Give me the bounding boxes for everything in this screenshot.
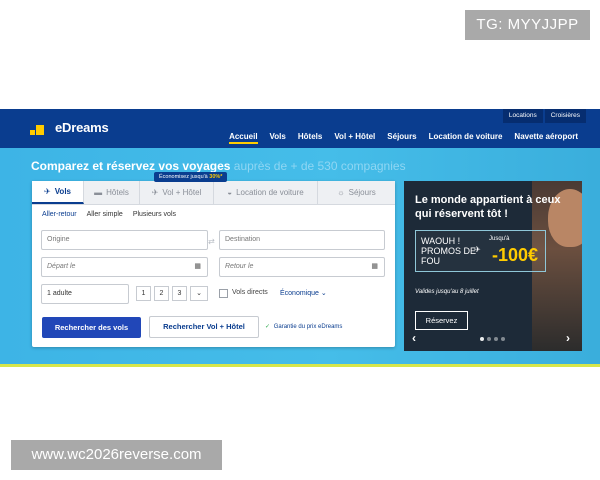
- promo-offer-prefix: Jusqu'à: [489, 236, 510, 242]
- edreams-logo[interactable]: eDreams: [30, 120, 109, 135]
- trip-type-aller-simple[interactable]: Aller simple: [87, 211, 123, 218]
- chevron-down-icon[interactable]: ⌄: [190, 286, 208, 301]
- pax-button-1[interactable]: 1: [136, 286, 151, 301]
- price-guarantee-label: Garantie du prix eDreams: [273, 324, 343, 330]
- plane-icon: ✈: [474, 245, 481, 254]
- nav-hotels[interactable]: Hôtels: [298, 131, 322, 144]
- origin-placeholder: Origine: [47, 236, 70, 243]
- passengers-field[interactable]: 1 adulte: [41, 284, 129, 304]
- tab-vol-hotel-label: Vol + Hôtel: [162, 188, 202, 197]
- hero-title: Comparez et réservez vos voyages auprès …: [31, 159, 406, 173]
- trip-type-aller-retour[interactable]: Aller-retour: [42, 211, 77, 218]
- utility-link-croisieres[interactable]: Croisières: [544, 109, 586, 123]
- logo-text: eDreams: [55, 120, 109, 135]
- tab-hotels[interactable]: ▬ Hôtels: [84, 181, 140, 204]
- depart-placeholder: Départ le: [47, 263, 76, 270]
- tab-vol-hotel[interactable]: ✈ Vol + Hôtel: [140, 181, 214, 204]
- promo-banner[interactable]: Le monde appartient à ceux qui réservent…: [404, 181, 582, 351]
- carousel-prev-arrow-icon[interactable]: ‹: [412, 331, 416, 345]
- search-form-card: Économisez jusqu'à 30%* ✈ Vols ▬ Hôtels …: [32, 172, 395, 347]
- passengers-value: 1 adulte: [47, 290, 72, 297]
- destination-field[interactable]: Destination: [219, 230, 385, 250]
- nav-accueil[interactable]: Accueil: [229, 131, 258, 144]
- nav-navette-aeroport[interactable]: Navette aéroport: [514, 131, 578, 144]
- utility-links: Locations Croisières: [501, 109, 586, 123]
- return-date-field[interactable]: Retour le ▦: [219, 257, 385, 277]
- promo-offer-box: WAOUH ! PROMOS DE FOU ✈ Jusqu'à -100€: [415, 230, 546, 272]
- carousel-dot[interactable]: [487, 337, 491, 341]
- direct-flights-label: Vols directs: [232, 289, 268, 296]
- edreams-site: Locations Croisières eDreams Accueil Vol…: [0, 109, 600, 367]
- origin-field[interactable]: Origine: [41, 230, 208, 250]
- logo-mark-icon: [30, 121, 52, 135]
- watermark-bottom: www.wc2026reverse.com: [11, 440, 222, 470]
- cabin-class-value: Économique: [280, 290, 319, 297]
- hero-title-sub: auprès de + de 530 compagnies: [233, 159, 406, 173]
- promo-title: Le monde appartient à ceux qui réservent…: [415, 194, 561, 220]
- search-flights-button[interactable]: Rechercher des vols: [42, 317, 141, 338]
- check-icon: ✓: [265, 324, 271, 330]
- tab-location-voiture[interactable]: ◒ Location de voiture: [214, 181, 318, 204]
- hero-banner: Comparez et réservez vos voyages auprès …: [0, 148, 600, 367]
- tab-sejours[interactable]: ☼ Séjours: [318, 181, 395, 204]
- search-flight-hotel-button[interactable]: Rechercher Vol + Hôtel: [149, 316, 259, 338]
- sun-icon: ☼: [337, 188, 345, 197]
- carousel-dot[interactable]: [501, 337, 505, 341]
- chevron-down-icon: ⌄: [320, 290, 327, 297]
- savings-tooltip: Économisez jusqu'à 30%*: [154, 172, 228, 182]
- price-guarantee: ✓ Garantie du prix eDreams: [265, 323, 342, 330]
- promo-reserve-button[interactable]: Réservez: [415, 311, 468, 330]
- plane-icon: ✈: [43, 187, 51, 196]
- carousel-dots: [480, 337, 508, 341]
- hero-title-main: Comparez et réservez vos voyages: [31, 159, 231, 173]
- promo-offer-price: -100€: [492, 245, 539, 265]
- calendar-icon: ▦: [194, 263, 201, 270]
- utility-link-locations[interactable]: Locations: [502, 109, 543, 123]
- swap-icon[interactable]: ⇄: [208, 237, 215, 246]
- main-nav: Accueil Vols Hôtels Vol + Hôtel Séjours …: [217, 131, 578, 144]
- promo-validity: Valides jusqu'au 8 juillet: [415, 289, 479, 295]
- carousel-next-arrow-icon[interactable]: ›: [566, 331, 570, 345]
- car-icon: ◒: [227, 188, 233, 197]
- nav-sejours[interactable]: Séjours: [387, 131, 416, 144]
- pax-button-3[interactable]: 3: [172, 286, 187, 301]
- nav-vol-hotel[interactable]: Vol + Hôtel: [334, 131, 375, 144]
- watermark-top: TG: MYYJJPP: [465, 10, 590, 40]
- tab-hotels-label: Hôtels: [106, 188, 129, 197]
- carousel-dot[interactable]: [480, 337, 484, 341]
- trip-type-plusieurs-vols[interactable]: Plusieurs vols: [133, 211, 176, 218]
- tab-location-voiture-label: Location de voiture: [236, 188, 304, 197]
- calendar-icon: ▦: [371, 263, 378, 270]
- trip-type-options: Aller-retour Aller simple Plusieurs vols: [42, 211, 186, 218]
- cabin-class-select[interactable]: Économique ⌄: [280, 289, 327, 297]
- savings-tooltip-value: 30%*: [209, 174, 223, 180]
- pax-button-2[interactable]: 2: [154, 286, 169, 301]
- return-placeholder: Retour le: [225, 263, 254, 270]
- hero-bottom-stripe: [0, 364, 600, 367]
- plane-hotel-icon: ✈: [151, 188, 159, 197]
- search-tabs: ✈ Vols ▬ Hôtels ✈ Vol + Hôtel ◒ Location…: [32, 181, 395, 205]
- direct-flights-checkbox[interactable]: [219, 289, 228, 298]
- tab-sejours-label: Séjours: [348, 188, 376, 197]
- depart-date-field[interactable]: Départ le ▦: [41, 257, 208, 277]
- nav-vols[interactable]: Vols: [270, 131, 286, 144]
- bed-icon: ▬: [94, 188, 103, 197]
- screenshot-page: TG: MYYJJPP Locations Croisières eDreams…: [0, 0, 600, 480]
- tab-vols[interactable]: ✈ Vols: [32, 181, 84, 204]
- tab-vols-label: Vols: [54, 187, 71, 196]
- nav-location-voiture[interactable]: Location de voiture: [429, 131, 503, 144]
- carousel-dot[interactable]: [494, 337, 498, 341]
- destination-placeholder: Destination: [225, 236, 261, 243]
- top-navigation-bar: Locations Croisières eDreams Accueil Vol…: [0, 109, 600, 148]
- savings-tooltip-text: Économisez jusqu'à: [159, 174, 208, 180]
